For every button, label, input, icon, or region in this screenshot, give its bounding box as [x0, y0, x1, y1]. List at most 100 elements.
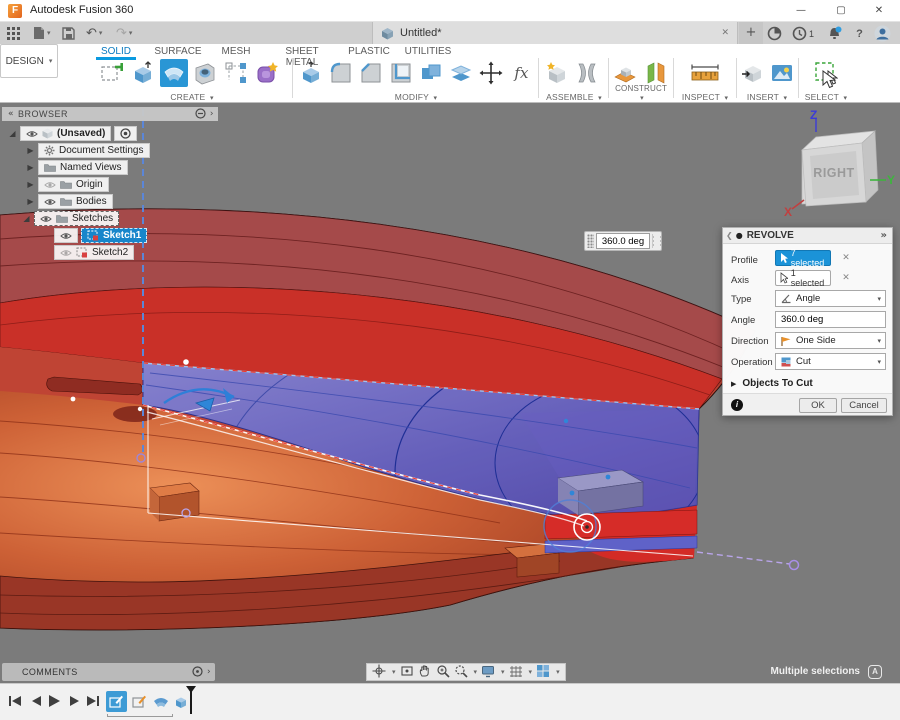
browser-row-root[interactable]: ◢ (Unsaved)	[8, 126, 137, 141]
activate-radio[interactable]	[114, 126, 137, 141]
extrude-icon[interactable]	[129, 59, 157, 87]
offset-face-icon[interactable]	[448, 59, 475, 87]
canvas-icon[interactable]	[769, 59, 797, 87]
eye-off-icon[interactable]	[44, 181, 56, 189]
eye-icon[interactable]	[44, 198, 56, 206]
info-icon[interactable]: i	[731, 399, 743, 411]
viewports-icon[interactable]	[536, 664, 550, 681]
ribbon-tab-plastic[interactable]: PLASTIC	[346, 46, 392, 57]
timeline-item-extrude[interactable]	[170, 691, 191, 712]
browser-row-sketch2[interactable]: Sketch2	[54, 245, 134, 260]
revolve-dialog-header[interactable]: ❮ ● REVOLVE »	[723, 228, 892, 244]
eye-off-icon[interactable]	[60, 249, 72, 257]
panel-resize-icon[interactable]: ›	[210, 109, 214, 119]
shell-icon[interactable]	[387, 59, 414, 87]
display-settings-icon[interactable]	[481, 664, 495, 681]
zoom-window-icon[interactable]	[454, 664, 468, 681]
timeline-item-revolve[interactable]	[150, 691, 171, 712]
group-create-label[interactable]: CREATE	[170, 92, 205, 102]
workspace-selector[interactable]: DESIGN▾	[0, 44, 58, 78]
operation-dropdown[interactable]: Cut▾	[775, 353, 886, 370]
plane-at-angle-icon[interactable]	[642, 59, 670, 87]
skip-to-start-button[interactable]	[6, 692, 24, 710]
new-component-icon[interactable]	[542, 59, 570, 87]
fillet-icon[interactable]	[327, 59, 354, 87]
zoom-icon[interactable]	[436, 664, 450, 681]
timeline-item-sketch1[interactable]	[106, 691, 127, 712]
expanded-icon[interactable]: ◢	[8, 129, 17, 138]
browser-row-sketch1[interactable]: Sketch1	[54, 228, 147, 243]
view-cube[interactable]: Z Y X RIGHT	[782, 110, 897, 218]
measure-icon[interactable]	[688, 59, 722, 87]
close-button[interactable]: ✕	[860, 0, 898, 22]
help-icon[interactable]: ?	[851, 25, 868, 42]
app-grid-icon[interactable]	[7, 25, 20, 41]
caret-icon[interactable]: ▾	[474, 668, 478, 676]
browser-row-sketches[interactable]: ◢ Sketches	[22, 211, 119, 226]
status-badge[interactable]: A	[868, 665, 882, 679]
expand-icon[interactable]: ▶	[26, 163, 35, 172]
user-avatar[interactable]	[874, 25, 891, 42]
grid-icon[interactable]	[509, 664, 523, 681]
axis-select-button[interactable]: 1 selected	[775, 270, 831, 286]
type-dropdown[interactable]: Angle▾	[775, 290, 886, 307]
angle-inline-field[interactable]	[596, 233, 650, 249]
step-back-button[interactable]	[27, 692, 45, 710]
group-insert-label[interactable]: INSERT	[747, 92, 779, 102]
group-assemble-label[interactable]: ASSEMBLE	[546, 92, 593, 102]
panel-options-icon[interactable]	[195, 108, 206, 121]
chamfer-icon[interactable]	[357, 59, 384, 87]
eye-icon[interactable]	[60, 232, 72, 240]
ok-button[interactable]: OK	[799, 398, 837, 413]
revolve-icon[interactable]	[160, 59, 188, 87]
profile-clear-icon[interactable]: ✕	[839, 253, 853, 263]
extensions-icon[interactable]	[766, 25, 783, 42]
expand-dialog-icon[interactable]: »	[881, 230, 887, 241]
pan-icon[interactable]	[418, 664, 432, 681]
collapse-panel-icon[interactable]: «	[8, 109, 14, 119]
browser-row-bodies[interactable]: ▶ Bodies	[26, 194, 113, 209]
browser-row-origin[interactable]: ▶ Origin	[26, 177, 109, 192]
pattern-icon[interactable]	[222, 59, 250, 87]
cancel-button[interactable]: Cancel	[841, 398, 887, 413]
joint-icon[interactable]	[573, 59, 601, 87]
axis-clear-icon[interactable]: ✕	[839, 273, 853, 283]
browser-header[interactable]: « BROWSER ›	[2, 107, 218, 121]
press-pull-icon[interactable]	[297, 59, 324, 87]
offset-plane-icon[interactable]	[611, 59, 639, 87]
change-parameters-icon[interactable]: fx	[508, 59, 535, 87]
viewcube-face-label[interactable]: RIGHT	[812, 166, 856, 180]
ribbon-tab-surface[interactable]: SURFACE	[153, 46, 203, 57]
drag-handle-icon[interactable]	[587, 234, 594, 248]
document-close-icon[interactable]: ✕	[721, 28, 729, 38]
move-copy-icon[interactable]	[478, 59, 505, 87]
save-button[interactable]	[62, 25, 75, 41]
comments-resize-icon[interactable]: ›	[207, 667, 211, 677]
hole-icon[interactable]	[191, 59, 219, 87]
insert-derive-icon[interactable]	[738, 59, 766, 87]
group-modify-label[interactable]: MODIFY	[395, 92, 429, 102]
stepper-icon[interactable]	[652, 234, 661, 248]
look-at-icon[interactable]	[400, 664, 414, 681]
play-button[interactable]	[45, 692, 63, 710]
group-construct-label[interactable]: CONSTRUCT	[615, 84, 667, 93]
caret-icon[interactable]: ▾	[392, 668, 396, 676]
expand-icon[interactable]: ▶	[26, 146, 35, 155]
expanded-icon[interactable]: ◢	[22, 214, 31, 223]
notifications-bell-icon[interactable]	[826, 25, 843, 42]
ribbon-tab-mesh[interactable]: MESH	[216, 46, 256, 57]
expand-icon[interactable]: ▶	[26, 197, 35, 206]
eye-icon[interactable]	[40, 215, 52, 223]
skip-to-end-button[interactable]	[84, 692, 102, 710]
undo-button[interactable]: ↶▾	[86, 25, 102, 41]
ribbon-tab-utilities[interactable]: UTILITIES	[402, 46, 454, 57]
eye-icon[interactable]	[26, 130, 38, 138]
group-inspect-label[interactable]: INSPECT	[682, 92, 720, 102]
file-menu-button[interactable]: ▾	[33, 25, 51, 41]
timeline-marker-head[interactable]	[186, 686, 196, 693]
job-status-icon[interactable]: 1	[788, 25, 818, 42]
timeline-item-sketch2[interactable]	[129, 691, 150, 712]
root-component-label[interactable]: (Unsaved)	[57, 128, 105, 139]
caret-icon[interactable]: ▾	[556, 668, 560, 676]
new-tab-button[interactable]: +	[739, 22, 763, 44]
